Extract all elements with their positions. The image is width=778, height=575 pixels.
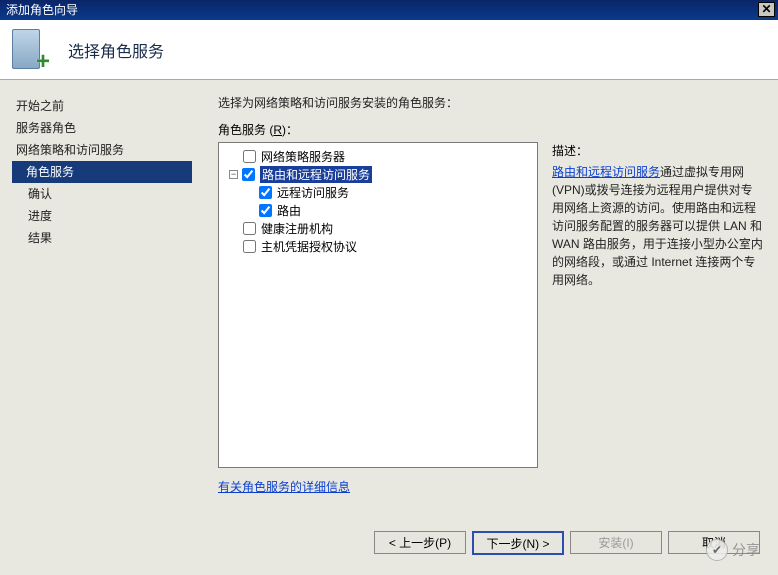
description-title: 描述： [552, 142, 764, 159]
tree-collapse-icon[interactable]: − [229, 170, 238, 179]
tree-item-hcap[interactable]: 主机凭据授权协议 [221, 237, 535, 255]
checkbox-nps[interactable] [243, 150, 256, 163]
tree-item-routing[interactable]: 路由 [221, 201, 535, 219]
next-button[interactable]: 下一步(N) > [472, 531, 564, 555]
description-link[interactable]: 路由和远程访问服务 [552, 165, 660, 179]
roles-label: 角色服务 (R)： [218, 121, 768, 138]
checkbox-routing[interactable] [259, 204, 272, 217]
tree-item-rras[interactable]: − 路由和远程访问服务 [221, 165, 535, 183]
checkbox-rras[interactable] [242, 168, 255, 181]
step-npas[interactable]: 网络策略和访问服务 [14, 139, 200, 161]
tree-item-label: 健康注册机构 [261, 220, 333, 237]
step-results[interactable]: 结果 [14, 227, 200, 249]
title-bar: 添加角色向导 ✕ [0, 0, 778, 20]
instruction-text: 选择为网络策略和访问服务安装的角色服务： [218, 94, 768, 111]
description-text: 路由和远程访问服务通过虚拟专用网(VPN)或拨号连接为远程用户提供对专用网络上资… [552, 163, 764, 289]
tree-item-label: 路由 [277, 202, 301, 219]
step-server-roles[interactable]: 服务器角色 [14, 117, 200, 139]
checkbox-hcap[interactable] [243, 240, 256, 253]
watermark: ✔ 分享 [706, 539, 760, 561]
wizard-buttons: < 上一步(P) 下一步(N) > 安装(I) 取消 [374, 531, 760, 555]
tree-item-label: 主机凭据授权协议 [261, 238, 357, 255]
tree-item-nps[interactable]: 网络策略服务器 [221, 147, 535, 165]
description-panel: 描述： 路由和远程访问服务通过虚拟专用网(VPN)或拨号连接为远程用户提供对专用… [550, 142, 768, 468]
page-title: 选择角色服务 [68, 38, 164, 62]
tree-item-remote-access[interactable]: 远程访问服务 [221, 183, 535, 201]
step-progress[interactable]: 进度 [14, 205, 200, 227]
wizard-icon: + [12, 29, 50, 71]
wizard-body: 开始之前 服务器角色 网络策略和访问服务 角色服务 确认 进度 结果 选择为网络… [0, 80, 778, 510]
wizard-header: + 选择角色服务 [0, 20, 778, 80]
wechat-icon: ✔ [706, 539, 728, 561]
step-confirmation[interactable]: 确认 [14, 183, 200, 205]
tree-item-label: 远程访问服务 [277, 184, 349, 201]
window-title: 添加角色向导 [6, 0, 78, 20]
watermark-text: 分享 [732, 540, 760, 560]
tree-item-label: 路由和远程访问服务 [260, 166, 372, 183]
more-info-link[interactable]: 有关角色服务的详细信息 [218, 480, 350, 494]
back-button[interactable]: < 上一步(P) [374, 531, 466, 554]
step-role-services[interactable]: 角色服务 [12, 161, 192, 183]
wizard-content: 选择为网络策略和访问服务安装的角色服务： 角色服务 (R)： 网络策略服务器 −… [200, 80, 778, 510]
checkbox-hra[interactable] [243, 222, 256, 235]
step-before-you-begin[interactable]: 开始之前 [14, 95, 200, 117]
close-button[interactable]: ✕ [758, 2, 775, 17]
tree-item-hra[interactable]: 健康注册机构 [221, 219, 535, 237]
tree-item-label: 网络策略服务器 [261, 148, 345, 165]
wizard-steps: 开始之前 服务器角色 网络策略和访问服务 角色服务 确认 进度 结果 [0, 80, 200, 510]
install-button: 安装(I) [570, 531, 662, 554]
role-services-tree[interactable]: 网络策略服务器 − 路由和远程访问服务 远程访问服务 路由 [218, 142, 538, 468]
description-body: 通过虚拟专用网(VPN)或拨号连接为远程用户提供对专用网络上资源的访问。使用路由… [552, 165, 763, 287]
checkbox-remote-access[interactable] [259, 186, 272, 199]
